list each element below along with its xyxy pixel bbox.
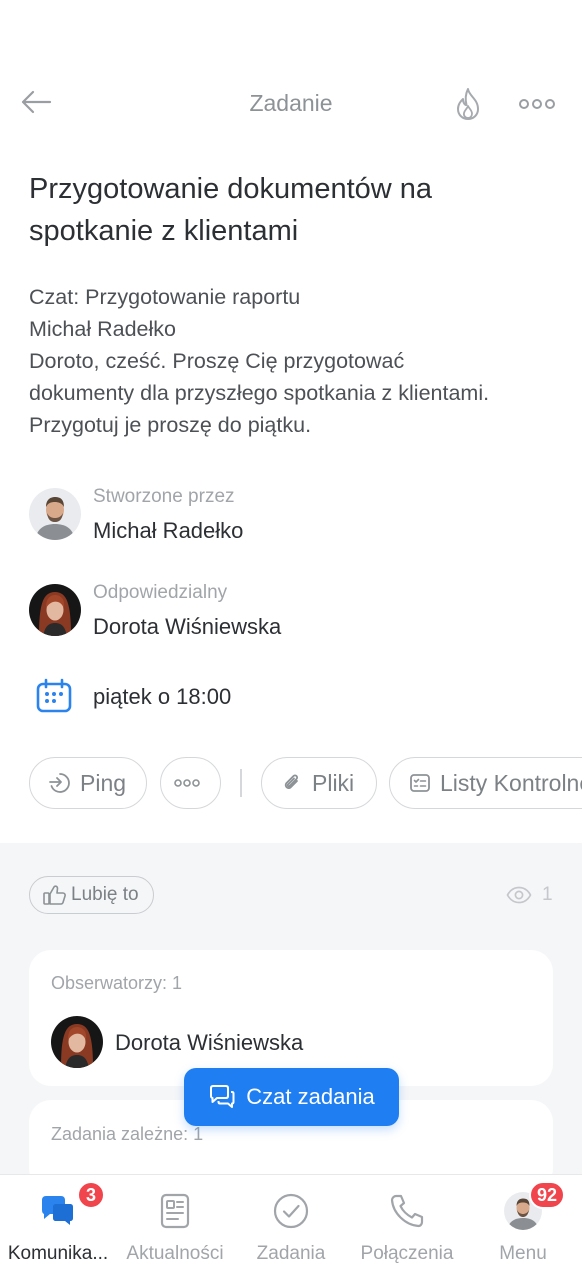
- ping-button[interactable]: Ping: [29, 757, 147, 809]
- description-line: dokumenty dla przyszłego spotkania z kli…: [29, 381, 490, 405]
- nav-item-menu[interactable]: 92 Menu: [465, 1175, 581, 1280]
- responsible-name: Dorota Wiśniewska: [93, 614, 282, 639]
- creator-row[interactable]: Stworzone przez Michał Radełko: [29, 486, 569, 548]
- important-button[interactable]: [448, 84, 488, 124]
- deadline-row[interactable]: piątek o 18:00: [29, 676, 429, 716]
- messenger-icon: [38, 1191, 78, 1231]
- observer-avatar: [51, 1016, 103, 1068]
- tasks-icon: [271, 1191, 311, 1231]
- fire-icon: [457, 88, 479, 120]
- nav-label: Połączenia: [360, 1243, 454, 1264]
- task-description: Czat: Przygotowanie raportu Michał Radeł…: [29, 281, 564, 441]
- responsible-avatar: [29, 584, 81, 636]
- more-actions-button[interactable]: [160, 757, 221, 809]
- nav-label: Menu: [499, 1243, 547, 1264]
- dependent-tasks-label: Zadania zależne: 1: [51, 1124, 204, 1144]
- actions-divider: [240, 769, 242, 797]
- checklist-icon: [410, 774, 430, 792]
- task-chat-label: Czat zadania: [246, 1084, 375, 1109]
- menu-badge: 92: [529, 1181, 566, 1209]
- chat-icon: [210, 1085, 235, 1108]
- task-actions-bar: Ping Pliki Listy Kontrolne: [29, 757, 582, 809]
- paperclip-icon: [284, 774, 298, 789]
- description-line: Czat: Przygotowanie raportu: [29, 285, 301, 309]
- checklists-button[interactable]: Listy Kontrolne: [389, 757, 582, 809]
- description-line: Doroto, cześć. Proszę Cię przygotować: [29, 349, 405, 373]
- checklists-label: Listy Kontrolne: [440, 769, 582, 796]
- responsible-row[interactable]: Odpowiedzialny Dorota Wiśniewska: [29, 582, 569, 644]
- thumbs-up-icon: [43, 885, 66, 905]
- ping-icon: [49, 773, 70, 793]
- more-dots-icon: [173, 779, 200, 787]
- bottom-navigation: 3 Komunika... Aktualności Zadania Połącz: [0, 1174, 582, 1280]
- views-counter: 1: [506, 884, 553, 906]
- top-bar: Zadanie: [0, 70, 582, 136]
- nav-item-messenger[interactable]: 3 Komunika...: [0, 1175, 116, 1280]
- views-count: 1: [542, 884, 553, 905]
- more-options-button[interactable]: [514, 84, 560, 124]
- observers-card[interactable]: Obserwatorzy: 1 Dorota Wiśniewska: [29, 950, 553, 1086]
- nav-item-tasks[interactable]: Zadania: [233, 1175, 349, 1280]
- observer-name: Dorota Wiśniewska: [115, 1030, 304, 1055]
- ping-label: Ping: [80, 769, 127, 796]
- nav-label: Aktualności: [126, 1243, 224, 1264]
- calendar-icon: [36, 678, 72, 713]
- nav-item-calls[interactable]: Połączenia: [349, 1175, 465, 1280]
- files-label: Pliki: [312, 769, 355, 796]
- files-button[interactable]: Pliki: [261, 757, 377, 809]
- page-title: Zadanie: [249, 90, 333, 116]
- task-chat-button[interactable]: Czat zadania: [184, 1068, 399, 1126]
- like-button[interactable]: Lubię to: [29, 876, 154, 914]
- nav-label: Komunika...: [7, 1243, 109, 1264]
- task-title: Przygotowanie dokumentów na spotkanie z …: [29, 173, 433, 247]
- description-line: Michał Radełko: [29, 317, 176, 341]
- nav-item-news[interactable]: Aktualności: [117, 1175, 233, 1280]
- responsible-label: Odpowiedzialny: [93, 582, 228, 603]
- news-icon: [155, 1191, 195, 1231]
- phone-icon: [387, 1191, 427, 1231]
- nav-label: Zadania: [256, 1243, 326, 1264]
- like-label: Lubię to: [71, 884, 139, 905]
- creator-avatar: [29, 488, 81, 540]
- deadline-text: piątek o 18:00: [93, 684, 232, 709]
- eye-icon: [506, 886, 532, 904]
- creator-name: Michał Radełko: [93, 518, 244, 543]
- description-line: Przygotuj je proszę do piątku.: [29, 413, 312, 437]
- observers-label: Obserwatorzy: 1: [51, 973, 183, 993]
- creator-label: Stworzone przez: [93, 486, 235, 507]
- more-dots-icon: [519, 99, 555, 109]
- messenger-badge: 3: [77, 1181, 105, 1209]
